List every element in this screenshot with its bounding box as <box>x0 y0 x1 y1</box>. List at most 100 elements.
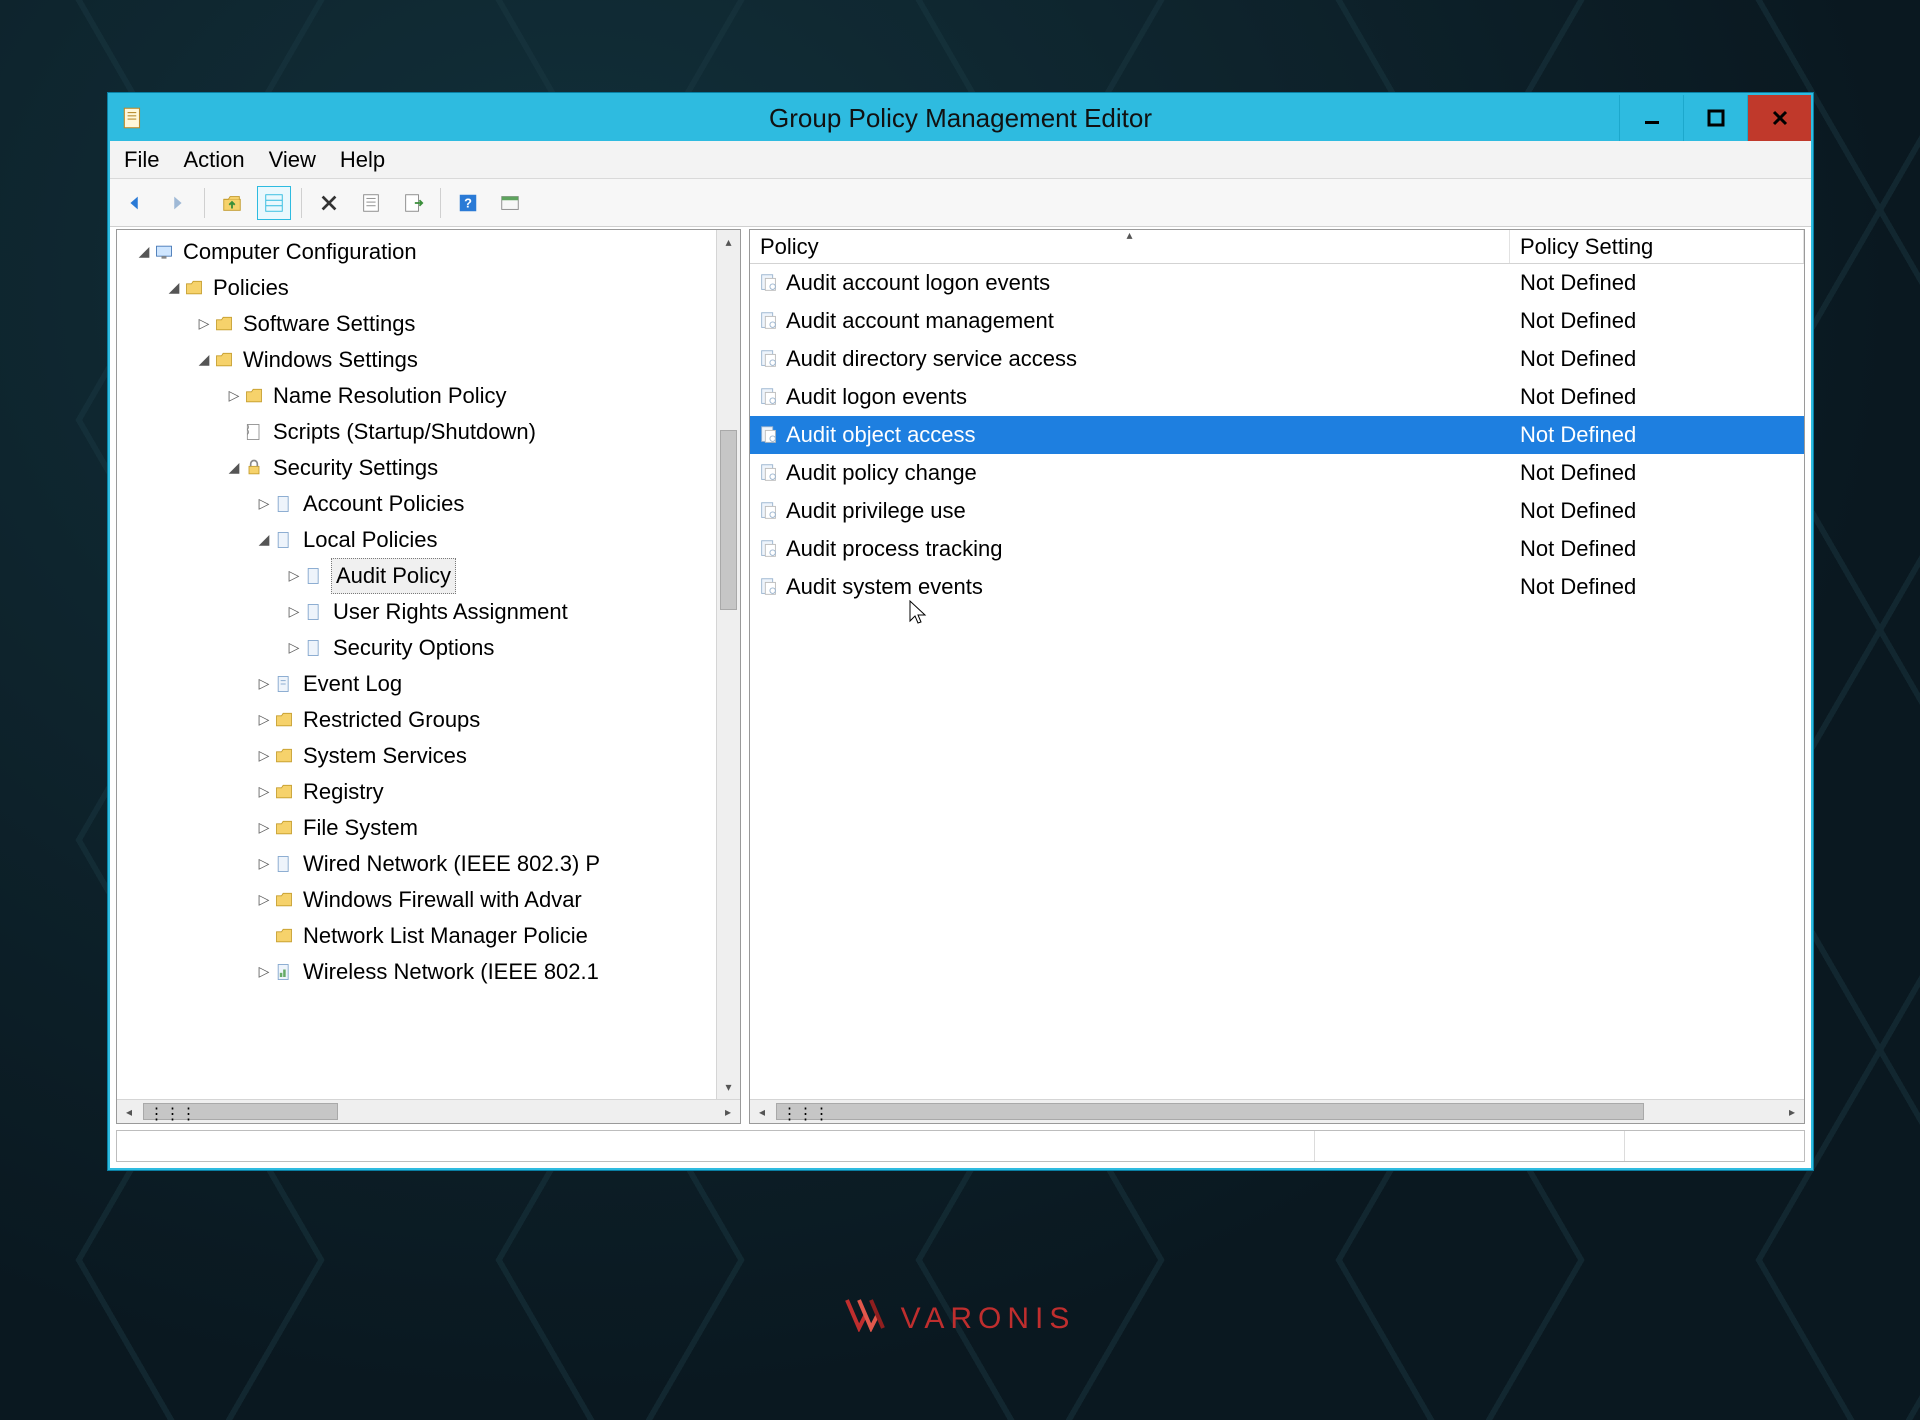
tree-node-audit-policy[interactable]: ▷ Audit Policy <box>117 558 740 594</box>
tree-node-local-policies[interactable]: ◢ Local Policies <box>117 522 740 558</box>
show-hide-button[interactable] <box>493 186 527 220</box>
delete-button[interactable] <box>312 186 346 220</box>
list-item[interactable]: Audit account managementNot Defined <box>750 302 1804 340</box>
list-item[interactable]: Audit directory service accessNot Define… <box>750 340 1804 378</box>
policy-setting: Not Defined <box>1510 460 1804 486</box>
list-horizontal-scrollbar[interactable]: ◂ ⋮⋮⋮ ▸ <box>750 1099 1804 1123</box>
scroll-up-icon[interactable]: ▴ <box>717 230 740 254</box>
tree-label: Restricted Groups <box>301 703 482 737</box>
tree-node-file-system[interactable]: ▷ File System <box>117 810 740 846</box>
policy-setting: Not Defined <box>1510 536 1804 562</box>
status-bar <box>116 1130 1805 1162</box>
policy-item-icon <box>758 538 780 560</box>
tree-node-user-rights[interactable]: ▷ User Rights Assignment <box>117 594 740 630</box>
policy-item-icon <box>758 424 780 446</box>
scroll-left-icon[interactable]: ◂ <box>750 1100 774 1123</box>
export-button[interactable] <box>396 186 430 220</box>
tree-node-windows-settings[interactable]: ◢ Windows Settings <box>117 342 740 378</box>
folder-icon <box>183 277 205 299</box>
brand-footer: VARONIS <box>0 1298 1920 1340</box>
tree-label: Security Settings <box>271 451 440 485</box>
policy-list[interactable]: Audit account logon eventsNot DefinedAud… <box>750 264 1804 1099</box>
policy-name: Audit privilege use <box>786 498 966 524</box>
policy-setting: Not Defined <box>1510 498 1804 524</box>
tree-horizontal-scrollbar[interactable]: ◂ ⋮⋮⋮ ▸ <box>117 1099 740 1123</box>
tree-view[interactable]: ◢ Computer Configuration ◢ Policies ▷ So… <box>117 230 740 1099</box>
list-item[interactable]: Audit logon eventsNot Defined <box>750 378 1804 416</box>
properties-button[interactable] <box>354 186 388 220</box>
policy-setting: Not Defined <box>1510 308 1804 334</box>
list-item[interactable]: Audit privilege use Not Defined <box>750 492 1804 530</box>
scrollbar-thumb[interactable]: ⋮⋮⋮ <box>143 1103 338 1120</box>
status-segment <box>117 1131 1314 1161</box>
folder-icon <box>213 349 235 371</box>
scroll-right-icon[interactable]: ▸ <box>1780 1100 1804 1123</box>
tree-node-network-list[interactable]: ▷ Network List Manager Policie <box>117 918 740 954</box>
tree-node-policies[interactable]: ◢ Policies <box>117 270 740 306</box>
menu-help[interactable]: Help <box>340 147 385 173</box>
policy-item-icon <box>758 386 780 408</box>
details-view-button[interactable] <box>257 186 291 220</box>
tree-node-security-options[interactable]: ▷ Security Options <box>117 630 740 666</box>
tree-node-event-log[interactable]: ▷ Event Log <box>117 666 740 702</box>
scroll-down-icon[interactable]: ▾ <box>717 1075 740 1099</box>
tree-label: Local Policies <box>301 523 440 557</box>
tree-vertical-scrollbar[interactable]: ▴ ▾ <box>716 230 740 1099</box>
main-window: Group Policy Management Editor File Acti… <box>108 93 1813 1170</box>
list-item[interactable]: Audit system eventsNot Defined <box>750 568 1804 606</box>
content-area: ◢ Computer Configuration ◢ Policies ▷ So… <box>116 229 1805 1124</box>
tree-label: Event Log <box>301 667 404 701</box>
tree-node-security-settings[interactable]: ◢ Security Settings <box>117 450 740 486</box>
policy-icon <box>303 565 325 587</box>
toolbar: ? <box>110 179 1811 227</box>
policy-setting: Not Defined <box>1510 422 1804 448</box>
scrollbar-thumb[interactable] <box>720 430 737 610</box>
tree-label: Name Resolution Policy <box>271 379 509 413</box>
tree-label: System Services <box>301 739 469 773</box>
network-icon <box>273 961 295 983</box>
menu-view[interactable]: View <box>269 147 316 173</box>
tree-node-wired-network[interactable]: ▷ Wired Network (IEEE 802.3) P <box>117 846 740 882</box>
back-button[interactable] <box>118 186 152 220</box>
scroll-right-icon[interactable]: ▸ <box>716 1100 740 1123</box>
policy-name: Audit directory service access <box>786 346 1077 372</box>
policy-name: Audit object access <box>786 422 976 448</box>
title-bar[interactable]: Group Policy Management Editor <box>110 95 1811 141</box>
brand-text: VARONIS <box>901 1302 1076 1336</box>
menu-file[interactable]: File <box>124 147 159 173</box>
brand-logo-icon <box>845 1298 891 1340</box>
tree-label: Software Settings <box>241 307 417 341</box>
forward-button[interactable] <box>160 186 194 220</box>
tree-node-registry[interactable]: ▷ Registry <box>117 774 740 810</box>
list-pane: Policy ▴ Policy Setting Audit account lo… <box>749 229 1805 1124</box>
tree-node-restricted-groups[interactable]: ▷ Restricted Groups <box>117 702 740 738</box>
tree-node-scripts[interactable]: ▷ Scripts (Startup/Shutdown) <box>117 414 740 450</box>
scroll-left-icon[interactable]: ◂ <box>117 1100 141 1123</box>
tree-node-computer-configuration[interactable]: ◢ Computer Configuration <box>117 234 740 270</box>
network-icon <box>273 853 295 875</box>
tree-node-system-services[interactable]: ▷ System Services <box>117 738 740 774</box>
tree-node-windows-firewall[interactable]: ▷ Windows Firewall with Advar <box>117 882 740 918</box>
column-header-policy[interactable]: Policy ▴ <box>750 230 1510 263</box>
tree-node-software-settings[interactable]: ▷ Software Settings <box>117 306 740 342</box>
tree-node-name-resolution[interactable]: ▷ Name Resolution Policy <box>117 378 740 414</box>
list-item[interactable]: Audit policy changeNot Defined <box>750 454 1804 492</box>
tree-label: Network List Manager Policie <box>301 919 590 953</box>
column-label: Policy Setting <box>1520 234 1653 260</box>
menu-action[interactable]: Action <box>183 147 244 173</box>
tree-label: Audit Policy <box>331 558 456 594</box>
column-header-setting[interactable]: Policy Setting <box>1510 230 1804 263</box>
tree-node-wireless-network[interactable]: ▷ Wireless Network (IEEE 802.1 <box>117 954 740 990</box>
policy-icon <box>303 637 325 659</box>
column-headers: Policy ▴ Policy Setting <box>750 230 1804 264</box>
policy-item-icon <box>758 348 780 370</box>
list-item[interactable]: Audit account logon eventsNot Defined <box>750 264 1804 302</box>
list-item[interactable]: Audit process trackingNot Defined <box>750 530 1804 568</box>
list-item[interactable]: Audit object access Not Defined <box>750 416 1804 454</box>
tree-label: Windows Settings <box>241 343 420 377</box>
tree-node-account-policies[interactable]: ▷ Account Policies <box>117 486 740 522</box>
folder-icon <box>243 385 265 407</box>
help-button[interactable]: ? <box>451 186 485 220</box>
up-folder-button[interactable] <box>215 186 249 220</box>
scrollbar-thumb[interactable]: ⋮⋮⋮ <box>776 1103 1644 1120</box>
